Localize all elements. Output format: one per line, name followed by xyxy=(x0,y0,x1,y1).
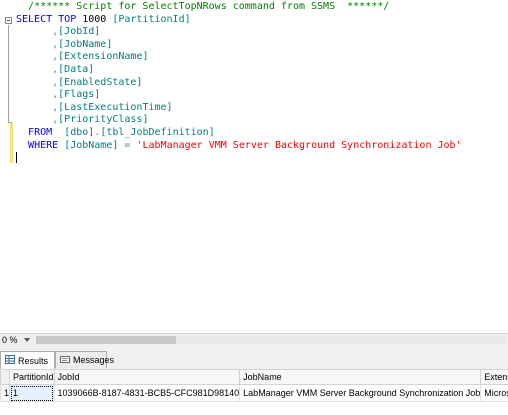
code-token: [LastExecutionTime] xyxy=(58,101,173,113)
tab-messages-label: Messages xyxy=(73,355,115,365)
code-line[interactable] xyxy=(16,152,462,165)
results-grid[interactable]: PartitionId JobId JobName Extension 1 1 … xyxy=(0,369,508,415)
column-header-partitionid[interactable]: PartitionId xyxy=(9,369,55,385)
grid-header-row: PartitionId JobId JobName Extension xyxy=(0,369,508,385)
code-line[interactable]: ,[ExtensionName] xyxy=(16,51,462,64)
zoom-dropdown-icon[interactable] xyxy=(24,338,30,342)
code-token: [JobName] xyxy=(58,38,113,50)
code-token: [PartitionId] xyxy=(112,13,191,25)
code-line[interactable]: ,[Data] xyxy=(16,64,462,77)
tab-results-label: Results xyxy=(18,355,49,366)
code-line[interactable]: /****** Script for SelectTopNRows comman… xyxy=(16,1,462,14)
cell-partitionid[interactable]: 1 xyxy=(9,384,55,402)
code-line[interactable]: ,[JobName] xyxy=(16,39,462,52)
code-token: [JobName] xyxy=(64,139,119,151)
column-header-extension[interactable]: Extension xyxy=(480,369,508,385)
results-grid-icon xyxy=(5,355,15,366)
code-token: [tbl_JobDefinition] xyxy=(100,126,215,138)
code-token: FROM xyxy=(28,126,53,138)
grid-corner[interactable] xyxy=(0,369,11,385)
change-indicator xyxy=(10,123,13,163)
row-number[interactable]: 1 xyxy=(0,384,11,402)
code-token: [JobId] xyxy=(58,26,101,38)
code-token: [Flags] xyxy=(58,89,101,101)
code-line[interactable]: WHERE [JobName] = 'LabManager VMM Server… xyxy=(16,140,462,153)
code-line[interactable]: ,[LastExecutionTime] xyxy=(16,102,462,115)
code-token: [Data] xyxy=(58,63,95,75)
table-row[interactable]: 1 1 1039066B-8187-4831-BCB5-CFC981D98140… xyxy=(0,384,508,402)
fold-guide-line xyxy=(8,25,9,123)
scrollbar-thumb[interactable] xyxy=(36,336,176,344)
query-editor[interactable]: /****** Script for SelectTopNRows comman… xyxy=(0,0,508,333)
column-header-jobname[interactable]: JobName xyxy=(239,369,482,385)
code-token: TOP xyxy=(58,13,77,25)
code-token: 'LabManager VMM Server Background Synchr… xyxy=(136,139,462,151)
cell-extension[interactable]: Microsoft xyxy=(480,384,508,402)
code-token: /****** Script for SelectTopNRows comman… xyxy=(28,1,390,12)
code-line[interactable]: SELECT TOP 1000 [PartitionId] xyxy=(16,14,462,27)
collapse-region-icon[interactable] xyxy=(5,17,12,24)
code-token: 1000 xyxy=(76,13,113,25)
tab-results[interactable]: Results xyxy=(0,351,55,369)
results-panel: Results Messages PartitionId JobId JobNa… xyxy=(0,346,508,415)
code-line[interactable]: ,[PriorityClass] xyxy=(16,114,462,127)
cell-jobname[interactable]: LabManager VMM Server Background Synchro… xyxy=(239,384,482,402)
cell-jobid[interactable]: 1039066B-8187-4831-BCB5-CFC981D98140 xyxy=(53,384,241,402)
column-header-jobid[interactable]: JobId xyxy=(53,369,241,385)
text-caret xyxy=(16,152,17,164)
code-token: [dbo] xyxy=(64,126,95,138)
code-line[interactable]: ,[Flags] xyxy=(16,89,462,102)
results-tabs: Results Messages xyxy=(0,351,508,374)
horizontal-scrollbar[interactable] xyxy=(36,336,506,344)
editor-gutter xyxy=(0,0,14,333)
editor-status-strip: 0 % xyxy=(0,333,508,346)
code-token: [ExtensionName] xyxy=(58,51,149,63)
code-token: SELECT xyxy=(16,13,53,25)
code-token: [EnabledState] xyxy=(58,76,143,88)
fold-guide-end xyxy=(8,122,12,123)
messages-icon xyxy=(60,355,70,366)
code-text[interactable]: /****** Script for SelectTopNRows comman… xyxy=(16,1,462,165)
code-line[interactable]: FROM [dbo].[tbl_JobDefinition] xyxy=(16,127,462,140)
code-line[interactable]: ,[JobId] xyxy=(16,26,462,39)
code-token: WHERE xyxy=(28,139,59,151)
zoom-level[interactable]: 0 % xyxy=(2,334,18,346)
code-token: [PriorityClass] xyxy=(58,114,149,126)
code-line[interactable]: ,[EnabledState] xyxy=(16,77,462,90)
tab-messages[interactable]: Messages xyxy=(55,351,114,368)
